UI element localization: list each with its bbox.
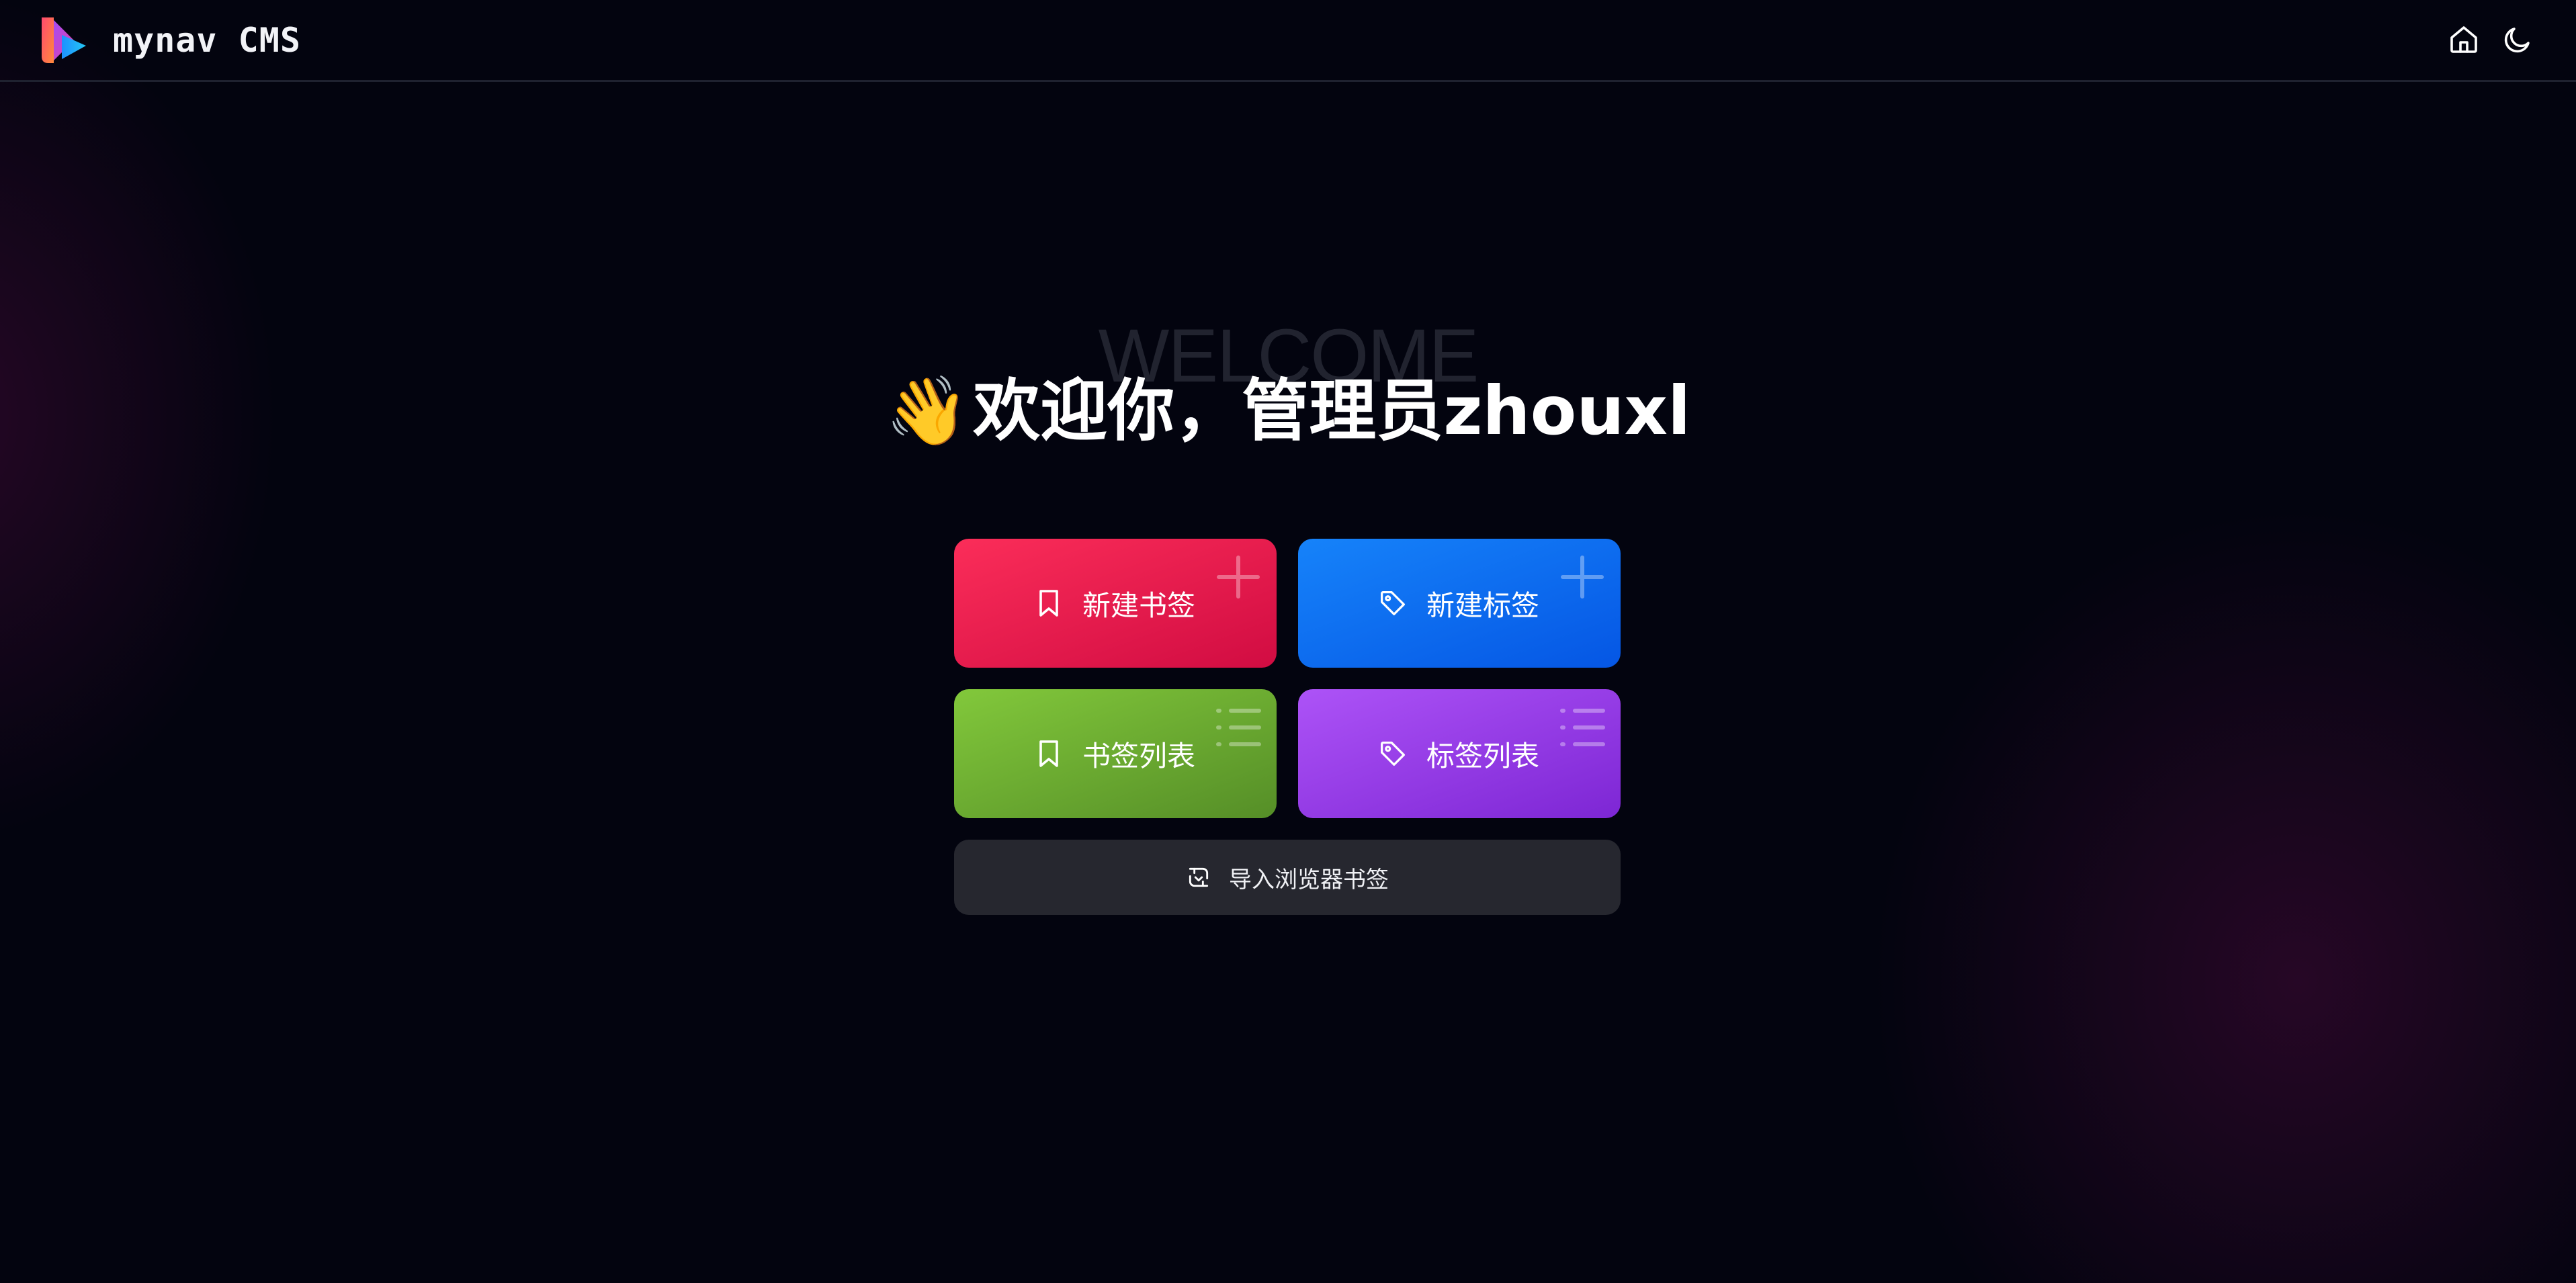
page: mynav CMS WELCOME 👋欢迎你，管理员zhouxl 新建书签 新建… <box>0 0 2576 1283</box>
tag-list-button[interactable]: 标签列表 <box>1298 689 1621 818</box>
plus-icon <box>1215 554 1262 601</box>
tag-icon <box>1379 739 1406 768</box>
bookmark-icon <box>1035 739 1062 768</box>
brand-name: mynav CMS <box>113 21 301 60</box>
home-button[interactable] <box>2443 20 2485 62</box>
home-icon <box>2448 24 2480 58</box>
new-bookmark-button[interactable]: 新建书签 <box>954 539 1277 668</box>
bookmark-icon <box>1035 588 1062 618</box>
bookmark-list-button[interactable]: 书签列表 <box>954 689 1277 818</box>
new-bookmark-label: 新建书签 <box>1082 588 1195 622</box>
import-browser-bookmarks-label: 导入浏览器书签 <box>1229 866 1389 893</box>
moon-icon <box>2501 24 2534 58</box>
import-browser-bookmarks-button[interactable]: 导入浏览器书签 <box>954 840 1621 915</box>
wave-emoji: 👋 <box>885 371 970 450</box>
list-icon <box>1215 704 1262 751</box>
plus-icon <box>1559 554 1606 601</box>
tag-icon <box>1379 588 1406 618</box>
tag-list-label: 标签列表 <box>1426 739 1539 772</box>
bookmark-list-label: 书签列表 <box>1082 739 1195 772</box>
theme-toggle-button[interactable] <box>2497 20 2538 62</box>
brand[interactable]: mynav CMS <box>39 15 301 66</box>
nav-actions <box>2431 20 2538 62</box>
list-icon <box>1559 704 1606 751</box>
top-navbar: mynav CMS <box>0 0 2576 82</box>
new-tag-button[interactable]: 新建标签 <box>1298 539 1621 668</box>
new-tag-label: 新建标签 <box>1426 588 1539 622</box>
greeting-text: 欢迎你，管理员zhouxl <box>973 371 1691 450</box>
logo-icon <box>39 15 90 66</box>
hero: WELCOME 👋欢迎你，管理员zhouxl <box>0 296 2576 457</box>
import-icon <box>1186 865 1211 890</box>
greeting-title: 👋欢迎你，管理员zhouxl <box>0 356 2576 453</box>
